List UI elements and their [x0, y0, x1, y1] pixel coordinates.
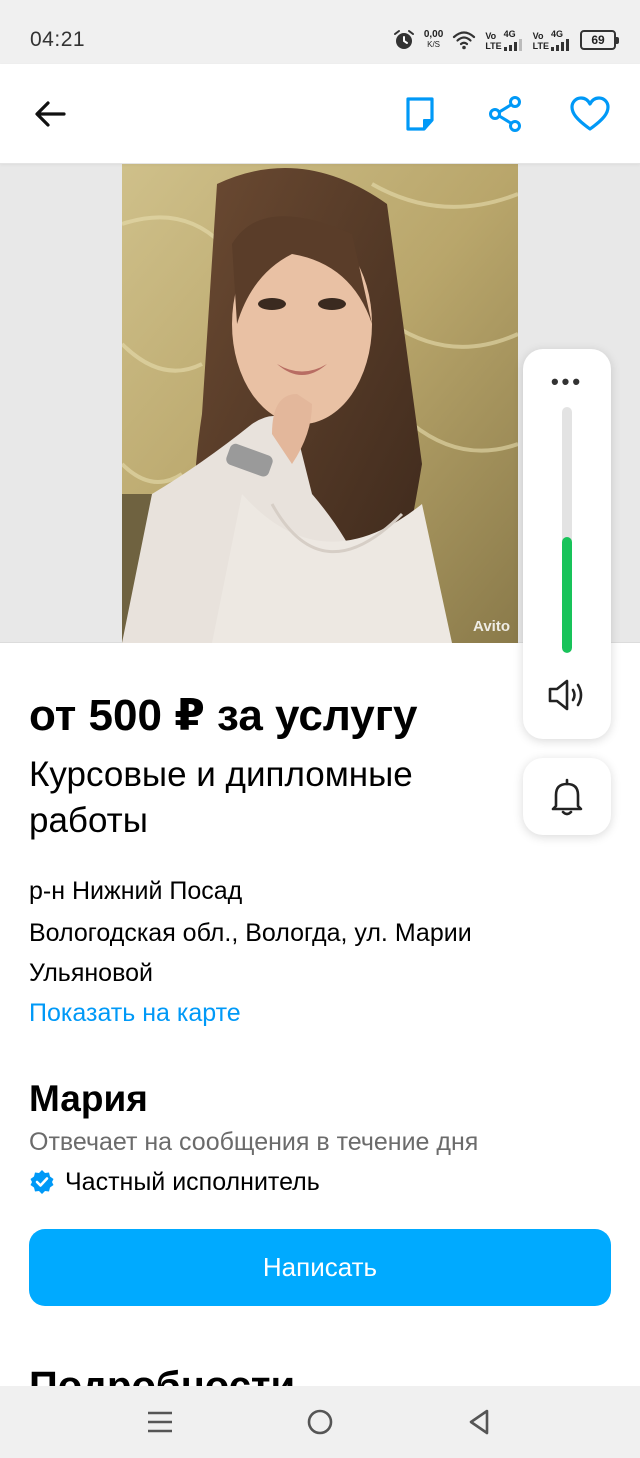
- bell-icon: [551, 778, 583, 815]
- volume-panel: •••: [523, 349, 611, 739]
- listing-photo[interactable]: Avito: [122, 164, 518, 643]
- listing-district: р-н Нижний Посад: [29, 877, 243, 905]
- verified-badge-icon: [30, 1170, 54, 1194]
- home-circle-icon: [307, 1409, 333, 1435]
- back-button[interactable]: [25, 89, 75, 139]
- favorite-button[interactable]: [565, 89, 615, 139]
- share-button[interactable]: [480, 89, 530, 139]
- seller-response-time: Отвечает на сообщения в течение дня: [29, 1128, 479, 1156]
- listing-price: от 500 ₽ за услугу: [29, 691, 418, 740]
- network-speed: 0,00 K/S: [424, 30, 443, 50]
- status-time: 04:21: [30, 28, 86, 51]
- signal-icon: [503, 39, 522, 51]
- sim2-tag-bottom: LTE: [532, 41, 549, 51]
- sim2-network: 4G: [551, 29, 564, 39]
- status-bar: 04:21 0,00 K/S Vo LTE 4G Vo LTE 4G 69: [0, 0, 640, 64]
- note-icon: [406, 97, 434, 131]
- volume-more-button[interactable]: •••: [523, 371, 611, 393]
- share-icon: [489, 96, 521, 132]
- system-back-button[interactable]: [459, 1402, 499, 1442]
- note-button[interactable]: [395, 89, 445, 139]
- heart-icon: [570, 96, 610, 131]
- signal-icon: [551, 39, 569, 51]
- sim1-tag-top: Vo: [485, 31, 497, 41]
- seller-status-label: Частный исполнитель: [65, 1168, 320, 1196]
- arrow-left-icon: [35, 101, 66, 127]
- speaker-button[interactable]: [547, 675, 587, 715]
- seller-status: Частный исполнитель: [29, 1165, 320, 1199]
- menu-icon: [148, 1411, 172, 1433]
- listing-title: Курсовые и дипломные работы: [29, 755, 413, 840]
- show-on-map-link[interactable]: Показать на карте: [29, 996, 241, 1030]
- alarm-icon: [393, 30, 414, 49]
- wifi-icon: [453, 31, 476, 50]
- avito-watermark: Avito: [473, 618, 510, 635]
- sim1-signal: Vo LTE 4G: [485, 29, 523, 51]
- battery-level: 69: [591, 33, 605, 47]
- sim2-signal: Vo LTE 4G: [533, 29, 571, 51]
- recent-apps-button[interactable]: [140, 1402, 180, 1442]
- photo-image: [122, 164, 518, 643]
- back-triangle-icon: [469, 1409, 489, 1435]
- home-button[interactable]: [300, 1402, 340, 1442]
- status-icons: 0,00 K/S Vo LTE 4G Vo LTE 4G 69: [393, 24, 619, 56]
- system-nav-bar: [0, 1386, 640, 1458]
- sim1-tag-bottom: LTE: [485, 41, 502, 51]
- notification-button[interactable]: [523, 758, 611, 835]
- speaker-icon: [548, 679, 583, 711]
- seller-name[interactable]: Мария: [29, 1076, 148, 1122]
- sim1-network: 4G: [503, 29, 516, 39]
- volume-slider-fill: [562, 537, 572, 653]
- sim2-tag-top: Vo: [532, 31, 544, 41]
- network-speed-value: 0,00: [423, 29, 444, 40]
- battery-icon: 69: [580, 30, 619, 50]
- network-speed-unit: K/S: [427, 40, 441, 49]
- listing-address: Вологодская обл., Вологда, ул. Марии Уль…: [29, 919, 472, 987]
- volume-slider[interactable]: [562, 407, 572, 653]
- write-message-button[interactable]: Написать: [29, 1229, 611, 1306]
- top-app-bar: [0, 64, 640, 164]
